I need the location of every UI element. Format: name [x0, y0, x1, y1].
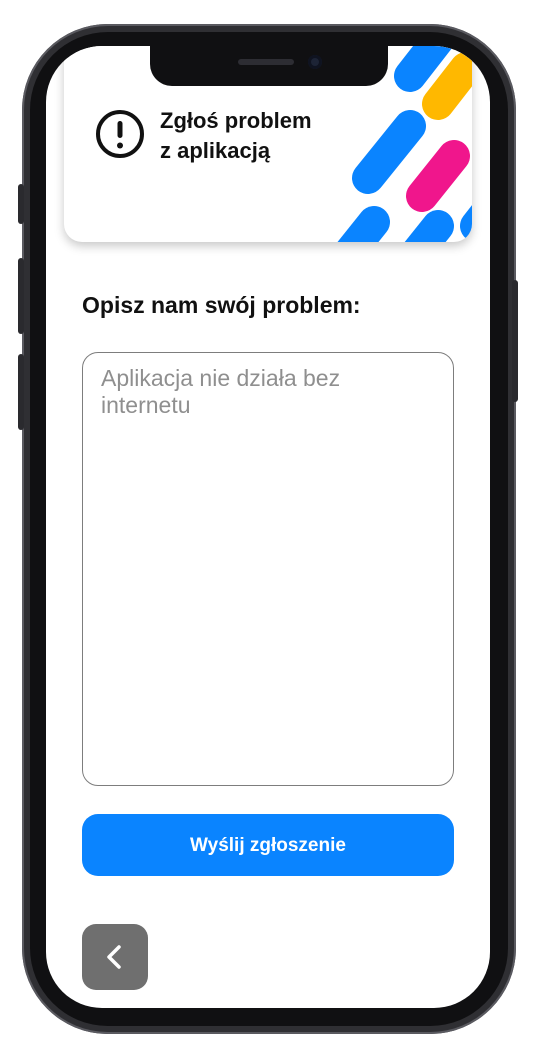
stripe-blue-bottom [404, 210, 454, 242]
back-button[interactable] [82, 924, 148, 990]
phone-notch [150, 46, 388, 86]
submit-report-button[interactable]: Wyślij zgłoszenie [82, 814, 454, 876]
problem-description-input[interactable] [82, 352, 454, 786]
form-section-title: Opisz nam swój problem: [82, 292, 361, 318]
stripe-blue-bottom-left [337, 206, 390, 242]
front-camera [308, 55, 322, 69]
chevron-left-icon [107, 945, 121, 969]
phone-side-button-volume-up [18, 258, 24, 334]
phone-side-button-mute [18, 184, 24, 224]
page-title: Zgłoś problem z aplikacją [160, 108, 312, 163]
alert-circle-icon [96, 110, 144, 158]
app-screen: Zgłoś problem z aplikacją Opisz nam swój… [46, 46, 490, 1008]
earpiece-speaker [238, 59, 294, 65]
phone-side-button-power [512, 280, 518, 402]
stripe-pink [406, 140, 470, 212]
stripe-yellow [422, 52, 472, 120]
stripe-blue-top [394, 46, 453, 92]
stripe-blue-mid [352, 110, 426, 194]
phone-side-button-volume-down [18, 354, 24, 430]
